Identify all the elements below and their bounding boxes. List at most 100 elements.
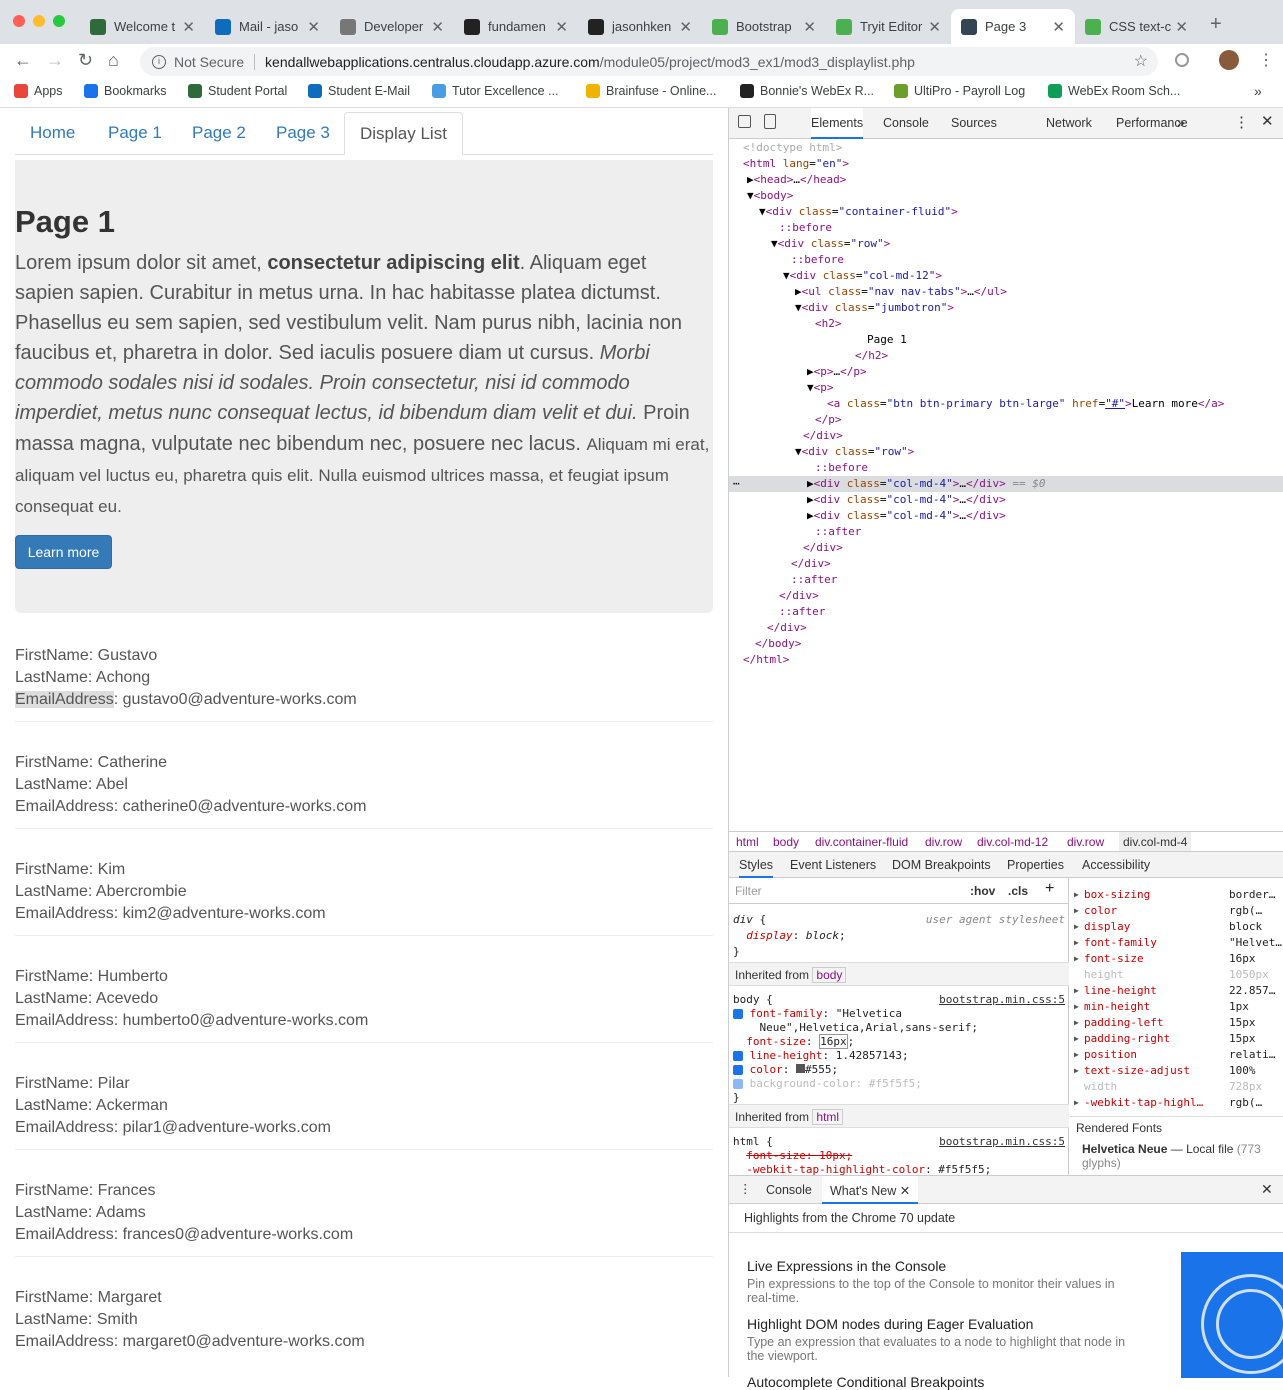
bookmark-item[interactable]: Student Portal <box>188 84 287 98</box>
breadcrumb-item[interactable]: body <box>773 835 799 849</box>
computed-property[interactable]: line-height 22.857… ▶ <box>1074 984 1283 1000</box>
dom-node[interactable]: ::before <box>729 220 1283 236</box>
dom-node[interactable]: </body> <box>729 636 1283 652</box>
minimize-window-button[interactable] <box>33 15 45 27</box>
close-tab-icon[interactable]: ✕ <box>555 18 568 36</box>
expand-icon[interactable]: ▶ <box>1074 1098 1079 1107</box>
browser-tab[interactable]: CSS text-c ✕ <box>1075 9 1198 44</box>
drawer-menu-icon[interactable]: ⋮ <box>739 1181 752 1196</box>
nav-tab-page-1[interactable]: Page 1 <box>93 112 177 155</box>
close-tab-icon[interactable]: ✕ <box>1052 18 1065 36</box>
browser-tab[interactable]: Bootstrap ✕ <box>702 9 826 44</box>
dom-node[interactable]: <h2> <box>729 316 1283 332</box>
nav-tab-page-2[interactable]: Page 2 <box>177 112 261 155</box>
computed-property[interactable]: color rgb(… ▶ <box>1074 904 1283 920</box>
close-tab-icon[interactable]: ✕ <box>803 18 816 36</box>
inspect-icon[interactable] <box>738 115 751 128</box>
news-title[interactable]: Highlight DOM nodes during Eager Evaluat… <box>747 1316 1033 1332</box>
forward-icon[interactable]: → <box>46 50 64 71</box>
close-drawer-icon[interactable]: ✕ <box>1261 1181 1273 1198</box>
dom-node[interactable]: </div> <box>729 540 1283 556</box>
computed-property[interactable]: height 1050px <box>1074 968 1283 984</box>
dom-node[interactable]: ::before <box>729 460 1283 476</box>
dom-node[interactable]: ▼<p> <box>729 380 1283 396</box>
node-actions-icon[interactable]: ⋯ <box>733 476 740 492</box>
dom-node[interactable]: ▶<div class="col-md-4">…</div> <box>729 508 1283 524</box>
computed-property[interactable]: position relati… ▶ <box>1074 1048 1283 1064</box>
styles-subtab[interactable]: DOM Breakpoints <box>892 858 991 872</box>
breadcrumb-item[interactable]: div.row <box>925 835 962 849</box>
bookmark-item[interactable]: Brainfuse - Online... <box>586 84 716 98</box>
drawer-tab-console[interactable]: Console <box>766 1183 812 1197</box>
hov-toggle[interactable]: :hov <box>970 884 995 898</box>
breadcrumb-item[interactable]: div.col-md-12 <box>977 835 1048 849</box>
bookmark-item[interactable]: Apps <box>14 84 63 98</box>
dom-node[interactable]: ::after <box>729 572 1283 588</box>
new-tab-button[interactable]: + <box>1210 13 1222 36</box>
close-tab-icon[interactable]: ✕ <box>307 18 320 36</box>
nav-tab-home[interactable]: Home <box>15 112 90 155</box>
dom-node[interactable]: ::after <box>729 604 1283 620</box>
home-icon[interactable]: ⌂ <box>108 50 119 71</box>
styles-subtab[interactable]: Accessibility <box>1082 858 1150 872</box>
expand-icon[interactable]: ▶ <box>1074 986 1079 995</box>
close-tab-icon[interactable]: ✕ <box>928 18 941 36</box>
bookmark-item[interactable]: Student E-Mail <box>308 84 410 98</box>
dom-node[interactable]: ::before <box>729 252 1283 268</box>
computed-property[interactable]: padding-right 15px ▶ <box>1074 1032 1283 1048</box>
computed-property[interactable]: -webkit-tap-highl… rgb(… ▶ <box>1074 1096 1283 1112</box>
computed-property[interactable]: box-sizing border… ▶ <box>1074 888 1283 904</box>
dom-node[interactable]: ▶<div class="col-md-4">…</div> == $0 ⋯ <box>729 476 1283 492</box>
breadcrumb-item[interactable]: div.col-md-4 <box>1119 832 1192 852</box>
dom-node[interactable]: </div> <box>729 428 1283 444</box>
dom-node[interactable]: <html lang="en"> <box>729 156 1283 172</box>
browser-tab[interactable]: fundamen ✕ <box>454 9 578 44</box>
expand-icon[interactable]: ▶ <box>1074 890 1079 899</box>
expand-icon[interactable]: ▶ <box>1074 1050 1079 1059</box>
news-title[interactable]: Live Expressions in the Console <box>747 1258 946 1274</box>
back-icon[interactable]: ← <box>14 50 32 71</box>
browser-tab[interactable]: Developer ✕ <box>330 9 454 44</box>
close-tab-icon[interactable]: ✕ <box>679 18 692 36</box>
dom-node[interactable]: ▶<head>…</head> <box>729 172 1283 188</box>
reload-icon[interactable]: ↻ <box>78 50 93 71</box>
close-devtools-icon[interactable]: ✕ <box>1261 112 1274 130</box>
computed-property[interactable]: min-height 1px ▶ <box>1074 1000 1283 1016</box>
dom-node[interactable]: </h2> <box>729 348 1283 364</box>
expand-icon[interactable]: ▶ <box>1074 1018 1079 1027</box>
zoom-window-button[interactable] <box>53 15 65 27</box>
dom-node[interactable]: </div> <box>729 556 1283 572</box>
bookmark-item[interactable]: Bonnie's WebEx R... <box>740 84 874 98</box>
bookmark-item[interactable]: UltiPro - Payroll Log <box>894 84 1025 98</box>
devtools-tab-console[interactable]: Console <box>883 116 929 130</box>
computed-property[interactable]: font-size 16px ▶ <box>1074 952 1283 968</box>
dom-node[interactable]: ▶<p>…</p> <box>729 364 1283 380</box>
bookmark-item[interactable]: Bookmarks <box>84 84 167 98</box>
expand-icon[interactable]: ▶ <box>1074 938 1079 947</box>
more-bookmarks-icon[interactable]: » <box>1254 83 1262 99</box>
dom-node[interactable]: ▼<div class="container-fluid"> <box>729 204 1283 220</box>
computed-property[interactable]: padding-left 15px ▶ <box>1074 1016 1283 1032</box>
dom-node[interactable]: </div> <box>729 620 1283 636</box>
expand-icon[interactable]: ▶ <box>1074 1066 1079 1075</box>
dom-node[interactable]: </p> <box>729 412 1283 428</box>
dom-node[interactable]: <!doctype html> <box>729 140 1283 156</box>
browser-tab[interactable]: jasonhken ✕ <box>578 9 702 44</box>
close-window-button[interactable] <box>13 15 25 27</box>
dom-node[interactable]: ▶<div class="col-md-4">…</div> <box>729 492 1283 508</box>
expand-icon[interactable]: ▶ <box>1074 1034 1079 1043</box>
close-tab-icon[interactable]: ✕ <box>182 18 195 36</box>
bookmark-item[interactable]: WebEx Room Sch... <box>1048 84 1180 98</box>
cls-toggle[interactable]: .cls <box>1008 884 1028 898</box>
devtools-tab-network[interactable]: Network <box>1046 116 1092 130</box>
devtools-tab-sources[interactable]: Sources <box>951 116 997 130</box>
devtools-menu-icon[interactable]: ⋮ <box>1234 113 1249 131</box>
breadcrumb-item[interactable]: div.row <box>1067 835 1104 849</box>
close-tab-icon[interactable]: ✕ <box>1175 18 1188 36</box>
expand-icon[interactable]: ▶ <box>1074 906 1079 915</box>
learn-more-button[interactable]: Learn more <box>15 535 112 569</box>
news-title[interactable]: Autocomplete Conditional Breakpoints <box>747 1374 984 1390</box>
bookmark-item[interactable]: Tutor Excellence ... <box>432 84 559 98</box>
devtools-tab-performance[interactable]: Performance <box>1116 116 1188 130</box>
dom-node[interactable]: ▼<div class="col-md-12"> <box>729 268 1283 284</box>
